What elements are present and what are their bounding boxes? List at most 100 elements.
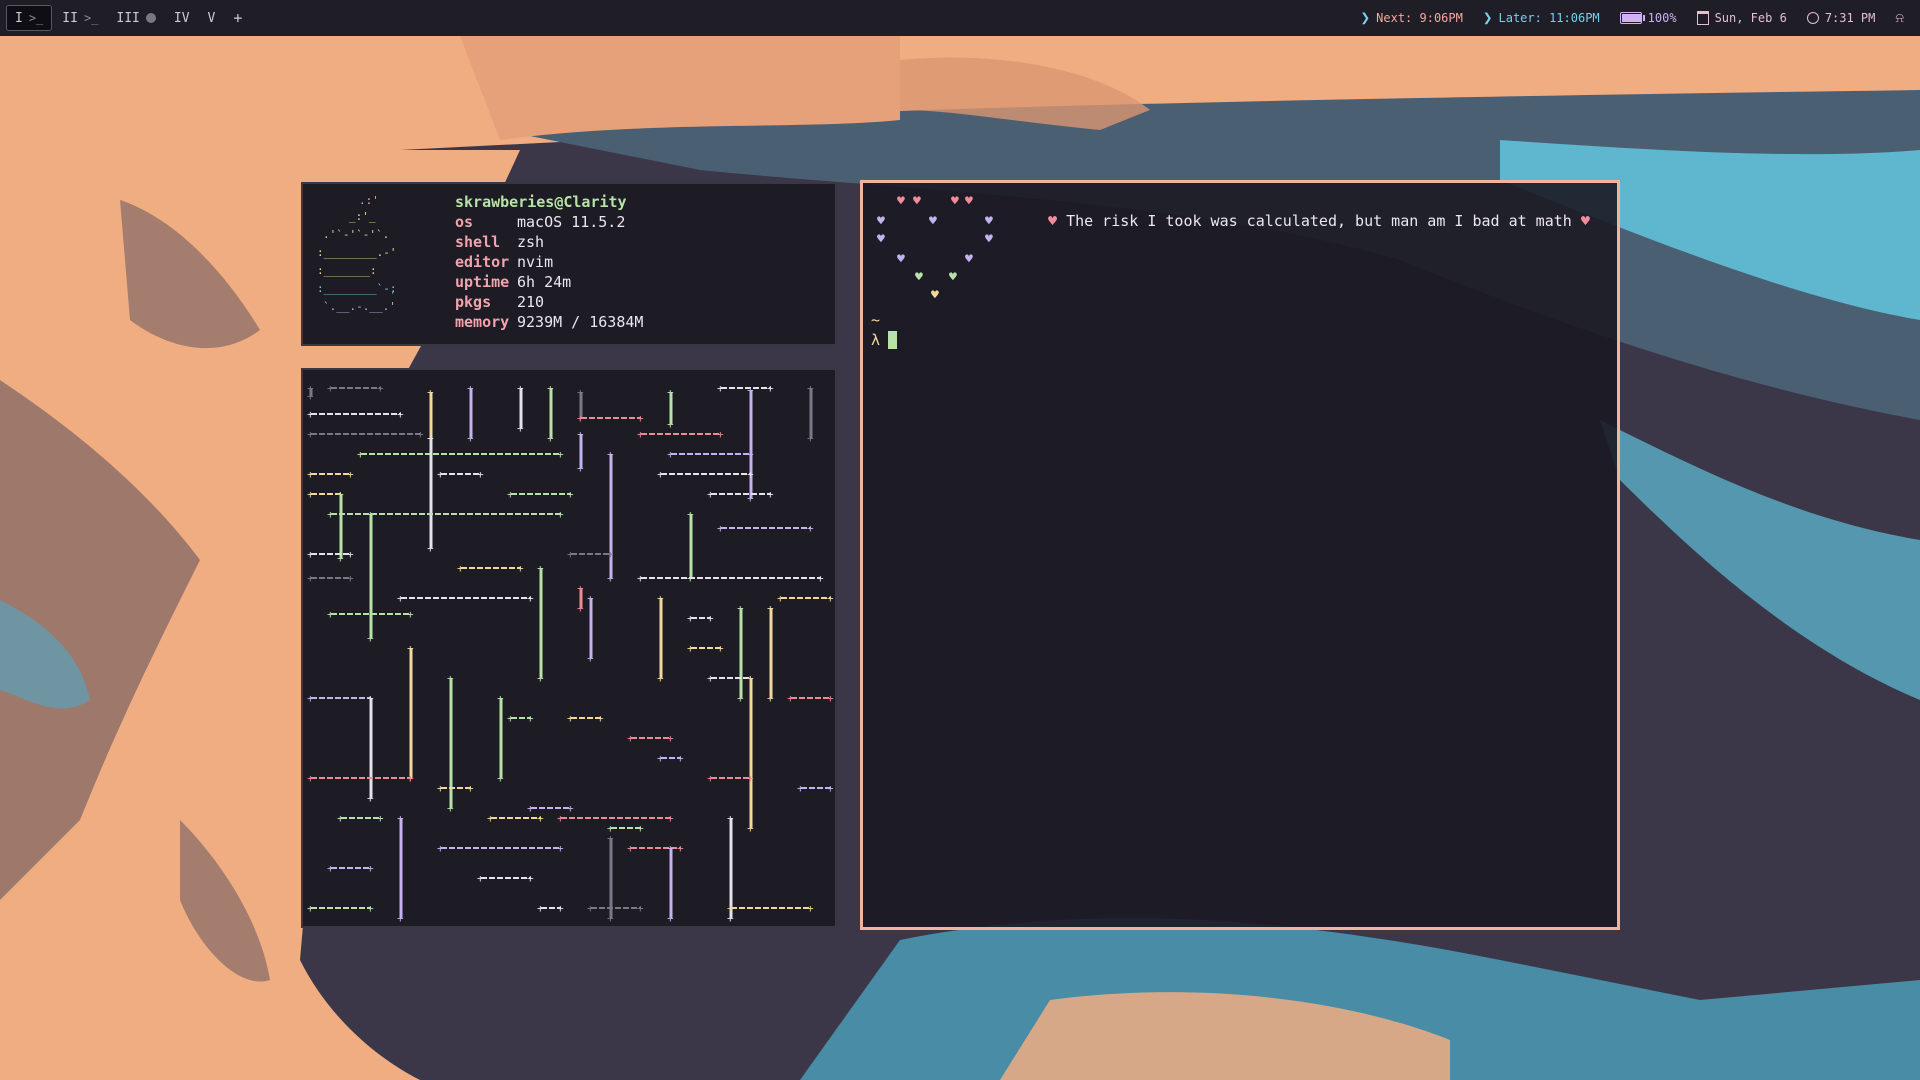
pipe-joint: + [447,802,454,815]
pipe-joint: + [707,612,714,625]
pipe-joint: + [377,812,384,825]
pipe-joint: + [577,602,584,615]
workspace-switcher: I >_ II >_ III IV V + [0,0,250,36]
pipe-joint: + [537,672,544,685]
time-label: 7:31 PM [1824,11,1876,25]
pipe-joint: + [487,812,494,825]
pipe-joint: + [507,712,514,725]
workspace-4-label: IV [173,10,190,26]
later-event[interactable]: ❯ Later: 11:06PM [1483,10,1600,26]
pipe-joint: + [357,448,364,461]
pipe-joint: + [627,842,634,855]
pipe-joint: + [367,632,374,645]
heart-icon: ♥ [931,288,939,303]
pipe-joint: + [637,428,644,441]
shell-prompt[interactable]: λ [871,331,898,349]
heart-icon: ♥ [915,270,923,285]
pipe-joint: + [657,752,664,765]
pipe-joint: + [337,488,344,501]
info-row-pkgs: pkgs 210 [455,292,643,312]
pipes-terminal-window[interactable]: + + + + + + + + + + + + + + + + + + + + + + + + + + + + + + + + + + + + + + + +… [301,368,837,928]
pipe-joint: + [447,672,454,685]
clock-status[interactable]: 7:31 PM [1806,11,1876,25]
pipe-joint: + [427,542,434,555]
fetch-terminal-window[interactable]: .:' _:'_ .'`-'`-'`. :________.-' :______… [301,182,837,346]
pipe-joint: + [527,592,534,605]
pipe-joint: + [807,432,814,445]
pipe-joint: + [377,382,384,395]
add-workspace-button[interactable]: + [225,6,250,30]
prompt-symbol: λ [871,331,881,349]
system-info: skrawberies@Clarity os macOS 11.5.2 shel… [455,192,643,332]
pipe-joint: + [457,562,464,575]
heart-icon: ♥ [965,252,973,267]
pipe-joint: + [827,782,834,795]
pipe-joint: + [637,412,644,425]
pipe-joint: + [717,642,724,655]
pipe-joint: + [687,508,694,521]
heart-icon: ♥ [897,194,905,209]
heart-icon: ♥ [985,232,993,247]
pipe-joint: + [517,562,524,575]
main-terminal-window[interactable]: ♥ ♥ ♥ ♥ ♥ ♥ ♥ ♥ ♥ ♥ ♥ ♥ ♥ ♥ ♥ The risk I took was cal… [860,180,1620,930]
pipe-joint: + [577,412,584,425]
pipe-joint: + [607,572,614,585]
pipe-joint: + [747,384,754,397]
heart-icon: ♥ [1048,212,1058,230]
pipe-joint: + [427,386,434,399]
pipe-joint: + [577,386,584,399]
pipe-joint: + [767,602,774,615]
pipe-joint: + [477,872,484,885]
pipe-joint: + [637,822,644,835]
pipe-joint: + [307,390,314,403]
notification-bell-icon[interactable]: ⍾ [1895,11,1904,26]
pipe-joint: + [807,382,814,395]
pipe-joint: + [577,462,584,475]
pipe-joint: + [437,842,444,855]
info-key: uptime [455,273,510,291]
pipe-joint: + [397,912,404,925]
workspace-3-label: III [116,10,140,26]
pipe-joint: + [607,548,614,561]
pipe-joint: + [737,692,744,705]
pipe-joint: + [787,692,794,705]
pipe-joint: + [767,692,774,705]
pipe-joint: + [567,712,574,725]
info-value: macOS 11.5.2 [517,213,626,231]
pipe-joint: + [677,752,684,765]
workspace-4[interactable]: IV [166,6,198,30]
pipe-joint: + [517,422,524,435]
pipe-joint: + [637,572,644,585]
terminal-icon: >_ [83,11,99,25]
battery-status[interactable]: 100% [1619,11,1677,25]
pipe-joint: + [397,408,404,421]
workspace-2[interactable]: II >_ [54,6,106,30]
pipe-joint: + [527,712,534,725]
workspace-3[interactable]: III [108,6,163,30]
pipe-joint: + [807,902,814,915]
pipe-joint: + [667,842,674,855]
pipe-joint: + [497,772,504,785]
heart-icon: ♥ [1580,212,1590,230]
pipe-joint: + [667,448,674,461]
pipe-joint: + [547,432,554,445]
calendar-icon [1696,11,1709,25]
pipe-joint: + [467,382,474,395]
info-key: pkgs [455,293,492,311]
pipe-joint: + [597,712,604,725]
pipe-joint: + [607,448,614,461]
pipe-joint: + [497,692,504,705]
pipe-joint: + [527,802,534,815]
date-status[interactable]: Sun, Feb 6 [1696,11,1787,25]
pipe-joint: + [817,572,824,585]
pipe-joint: + [407,772,414,785]
workspace-1[interactable]: I >_ [6,5,53,31]
workspace-5[interactable]: V [200,6,224,30]
next-event[interactable]: ❯ Next: 9:06PM [1361,10,1463,26]
pipe-joint: + [367,692,374,705]
pipe-joint: + [327,508,334,521]
pipe-joint: + [707,772,714,785]
pipe-joint: + [827,692,834,705]
pipe-joint: + [437,782,444,795]
pipe-joint: + [547,382,554,395]
